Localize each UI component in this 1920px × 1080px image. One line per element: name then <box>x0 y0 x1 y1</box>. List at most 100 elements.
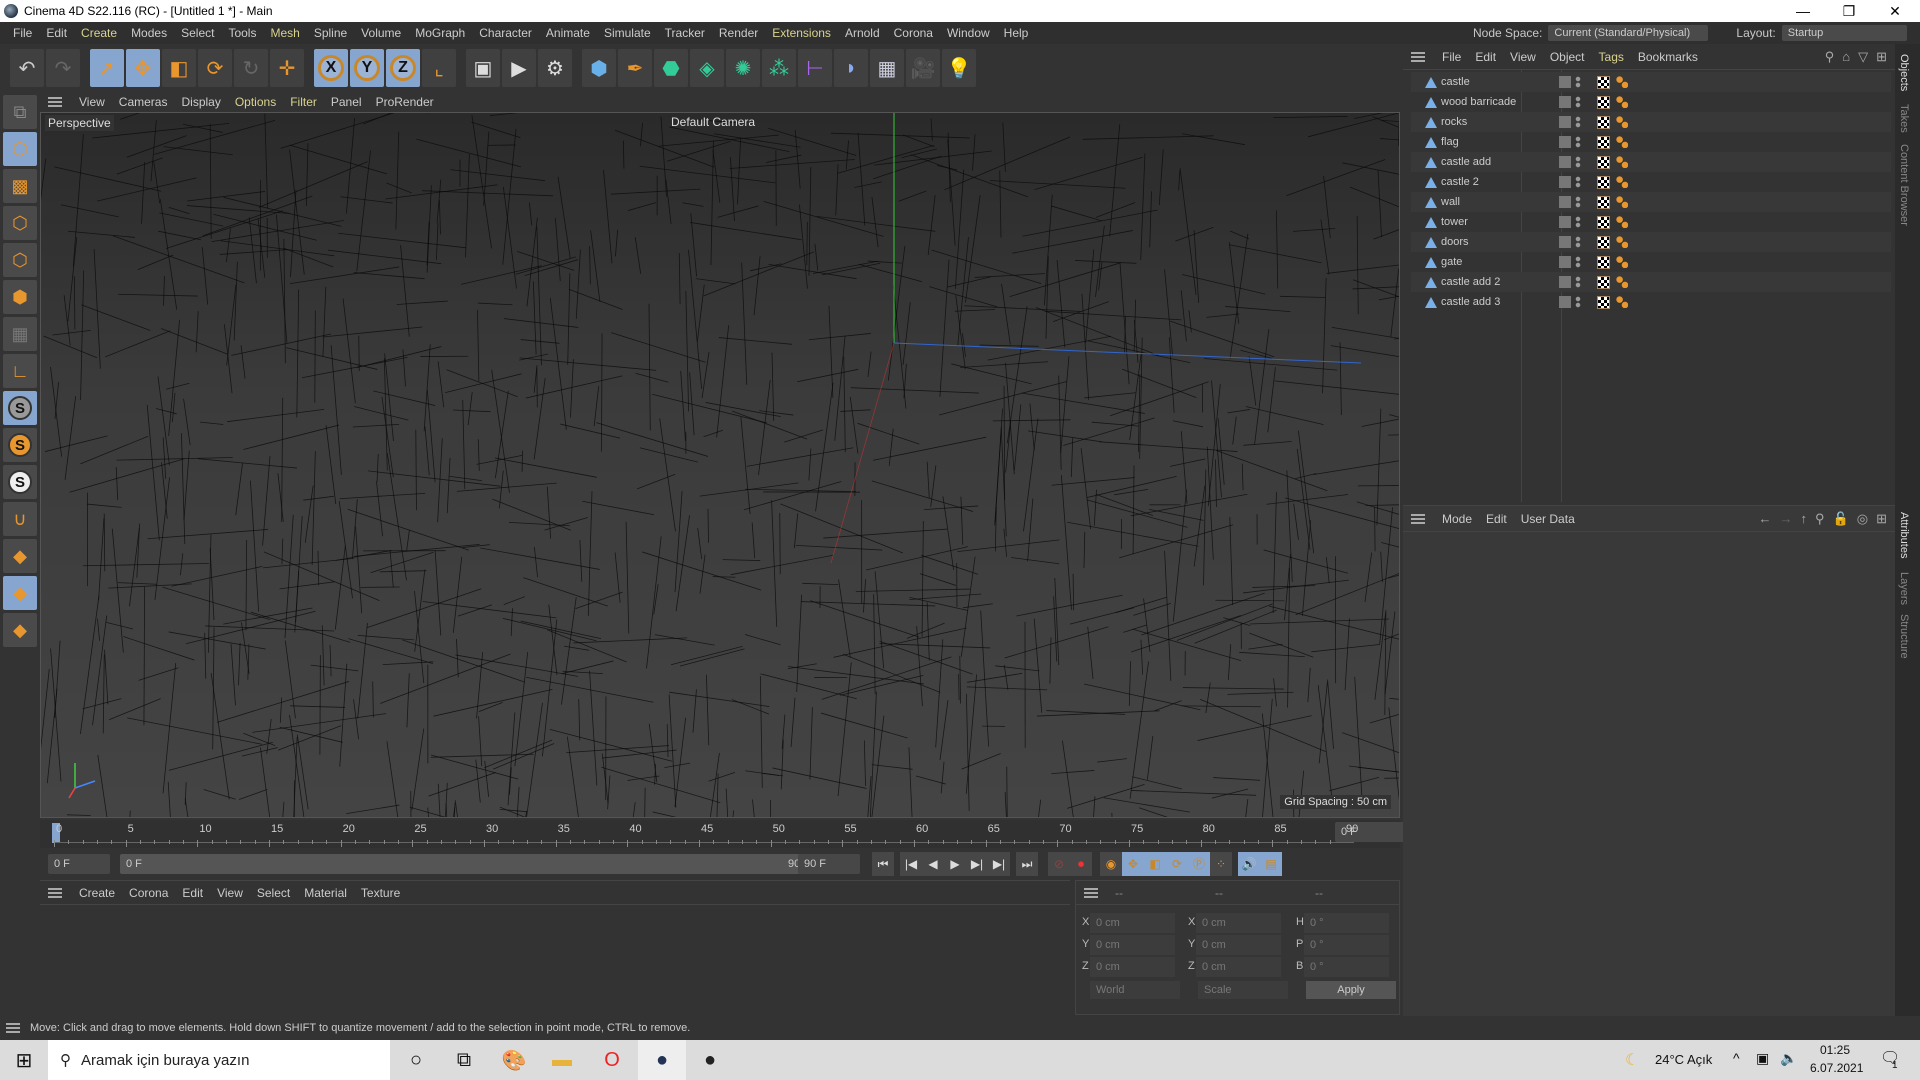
tray-chevron-icon[interactable]: ^ <box>1733 1050 1740 1066</box>
material-tag-icon[interactable] <box>1616 176 1628 188</box>
go-to-start-button[interactable]: ⏮ <box>872 852 894 876</box>
menu-window[interactable]: Window <box>940 26 997 40</box>
viewport-menu-panel[interactable]: Panel <box>324 95 369 109</box>
apply-button[interactable]: Apply <box>1306 981 1396 999</box>
z-axis-button[interactable]: Z <box>386 49 420 87</box>
back-arrow-icon[interactable]: ← <box>1759 511 1772 526</box>
viewport-menu-icon[interactable] <box>48 97 62 107</box>
object-row[interactable]: wood barricade <box>1411 92 1891 112</box>
render-visibility-dots-icon[interactable] <box>1575 96 1581 108</box>
object-row[interactable]: wall <box>1411 192 1891 212</box>
visibility-check-icon[interactable] <box>1559 156 1571 168</box>
material-tag-icon[interactable] <box>1616 116 1628 128</box>
volume-icon[interactable]: 🔈 <box>1780 1050 1797 1067</box>
material-menu-corona[interactable]: Corona <box>122 886 175 900</box>
weather-text[interactable]: 24°C Açık <box>1655 1052 1712 1067</box>
texture-tag-icon[interactable] <box>1597 75 1610 89</box>
keyframe-selection-button[interactable]: ◉ <box>1100 852 1122 876</box>
object-row[interactable]: castle <box>1411 72 1891 92</box>
model-mode-button[interactable]: ⬡ <box>3 132 37 166</box>
next-frame-button[interactable]: ▶| <box>966 852 988 876</box>
material-tag-icon[interactable] <box>1616 296 1628 308</box>
viewport-menu-display[interactable]: Display <box>174 95 227 109</box>
objects-menu-tags[interactable]: Tags <box>1592 50 1631 64</box>
pen-spline-button[interactable]: ✒ <box>618 49 652 87</box>
attributes-menu-edit[interactable]: Edit <box>1479 512 1514 526</box>
coord-field[interactable]: 0 cm <box>1196 913 1281 933</box>
objects-menu-object[interactable]: Object <box>1543 50 1592 64</box>
camera-label[interactable]: Default Camera <box>671 115 755 129</box>
object-row[interactable]: castle 2 <box>1411 172 1891 192</box>
visibility-check-icon[interactable] <box>1559 76 1571 88</box>
file-explorer-icon[interactable]: ▬ <box>538 1040 586 1080</box>
network-icon[interactable]: ▣ <box>1756 1050 1769 1067</box>
visibility-check-icon[interactable] <box>1559 116 1571 128</box>
snap-settings-button[interactable]: S <box>3 428 37 462</box>
coords-menu-icon[interactable] <box>1084 887 1098 898</box>
start-frame-field[interactable]: 0 F <box>48 854 110 874</box>
objects-menu-file[interactable]: File <box>1435 50 1468 64</box>
render-visibility-dots-icon[interactable] <box>1575 76 1581 88</box>
visibility-check-icon[interactable] <box>1559 296 1571 308</box>
objects-menu-edit[interactable]: Edit <box>1468 50 1503 64</box>
key-position-button[interactable]: ✥ <box>1122 852 1144 876</box>
texture-tag-icon[interactable] <box>1597 115 1610 129</box>
x-axis-button[interactable]: X <box>314 49 348 87</box>
visibility-check-icon[interactable] <box>1559 276 1571 288</box>
texture-tag-icon[interactable] <box>1597 295 1610 309</box>
render-visibility-dots-icon[interactable] <box>1575 296 1581 308</box>
viewport-menu-view[interactable]: View <box>72 95 112 109</box>
clock-date[interactable]: 6.07.2021 <box>1810 1061 1863 1075</box>
polygons-mode-button[interactable]: ⬢ <box>3 280 37 314</box>
texture-tag-icon[interactable] <box>1597 155 1610 169</box>
render-visibility-dots-icon[interactable] <box>1575 196 1581 208</box>
key-rotation-button[interactable]: ⟳ <box>1166 852 1188 876</box>
coordinate-system-button[interactable]: ⌞ <box>422 49 456 87</box>
material-tag-icon[interactable] <box>1616 156 1628 168</box>
menu-render[interactable]: Render <box>712 26 765 40</box>
render-visibility-dots-icon[interactable] <box>1575 176 1581 188</box>
workplane-button[interactable]: ◆ <box>3 539 37 573</box>
texture-tag-icon[interactable] <box>1597 255 1610 269</box>
previous-frame-button[interactable]: ◀ <box>922 852 944 876</box>
end-frame-field[interactable]: 90 F <box>798 854 860 874</box>
coord-field[interactable]: 0 cm <box>1196 957 1281 977</box>
visibility-check-icon[interactable] <box>1559 236 1571 248</box>
taskbar-search[interactable]: ⚲ Aramak için buraya yazın <box>48 1040 390 1080</box>
material-tag-icon[interactable] <box>1616 196 1628 208</box>
menu-simulate[interactable]: Simulate <box>597 26 658 40</box>
texture-tag-icon[interactable] <box>1597 135 1610 149</box>
cortana-icon[interactable]: ○ <box>392 1040 440 1080</box>
material-menu-texture[interactable]: Texture <box>354 886 407 900</box>
material-tag-icon[interactable] <box>1616 136 1628 148</box>
autokey-button[interactable]: ⏺ <box>1070 852 1092 876</box>
attributes-menu-user-data[interactable]: User Data <box>1514 512 1582 526</box>
windows-start-icon[interactable]: ⊞ <box>0 1040 48 1080</box>
minimize-button[interactable]: — <box>1780 0 1826 22</box>
visibility-check-icon[interactable] <box>1559 176 1571 188</box>
material-menu-create[interactable]: Create <box>72 886 122 900</box>
make-editable-button[interactable]: ⧉ <box>3 95 37 129</box>
render-view-button[interactable]: ▣ <box>466 49 500 87</box>
render-visibility-dots-icon[interactable] <box>1575 276 1581 288</box>
viewport-menu-cameras[interactable]: Cameras <box>112 95 175 109</box>
texture-tag-icon[interactable] <box>1597 195 1610 209</box>
layout-dropdown[interactable]: Startup <box>1781 25 1907 41</box>
coord-field[interactable]: 0 ° <box>1304 935 1389 955</box>
visibility-check-icon[interactable] <box>1559 136 1571 148</box>
record-active-button[interactable]: ⊘ <box>1048 852 1070 876</box>
task-view-icon[interactable]: ⧉ <box>440 1040 488 1080</box>
material-tag-icon[interactable] <box>1616 276 1628 288</box>
menu-select[interactable]: Select <box>174 26 221 40</box>
opera-icon[interactable]: O <box>588 1040 636 1080</box>
floor-button[interactable]: ▦ <box>870 49 904 87</box>
key-parameter-button[interactable]: Ⓟ <box>1188 852 1210 876</box>
coord-field[interactable]: 0 ° <box>1304 957 1389 977</box>
material-menu-material[interactable]: Material <box>297 886 354 900</box>
material-tag-icon[interactable] <box>1616 96 1628 108</box>
camera-button[interactable]: 🎥 <box>906 49 940 87</box>
frame-range-slider[interactable]: 0 F 90 F <box>120 854 820 874</box>
points-mode-button[interactable]: ⬡ <box>3 206 37 240</box>
objects-menu-bookmarks[interactable]: Bookmarks <box>1631 50 1705 64</box>
node-space-dropdown[interactable]: Current (Standard/Physical) <box>1548 25 1709 41</box>
